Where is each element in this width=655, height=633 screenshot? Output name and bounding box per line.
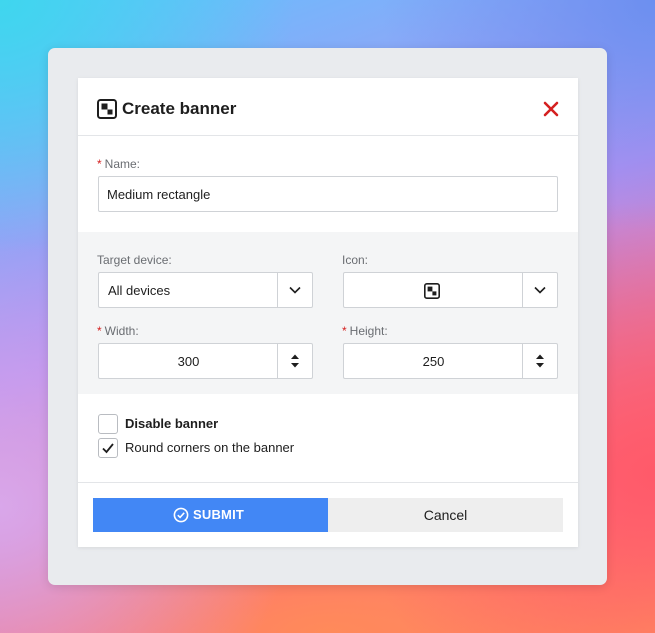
width-stepper: [98, 343, 313, 379]
name-input[interactable]: [98, 176, 558, 212]
required-marker: *: [97, 157, 102, 171]
disable-banner-checkbox[interactable]: [98, 414, 118, 434]
stepper-divider: [277, 344, 278, 378]
cancel-button[interactable]: Cancel: [328, 498, 563, 532]
banner-icon: [424, 283, 440, 299]
create-banner-dialog: Create banner *Name: Target device: All …: [78, 78, 578, 547]
chevron-down-icon: [289, 286, 301, 294]
select-divider: [522, 273, 523, 307]
dialog-title: Create banner: [122, 99, 237, 118]
icon-label: Icon:: [342, 253, 369, 267]
check-circle-icon: [173, 507, 189, 523]
close-icon[interactable]: [542, 100, 560, 118]
banner-icon: [97, 99, 117, 119]
round-corners-checkbox[interactable]: [98, 438, 118, 458]
spinner-arrows-icon[interactable]: [288, 351, 302, 371]
banner-settings-section: Target device: All devices Icon: * Width:: [78, 232, 578, 394]
height-label: * Height:: [342, 324, 388, 338]
height-stepper: [343, 343, 558, 379]
width-input[interactable]: [99, 344, 278, 378]
required-marker: *: [97, 324, 102, 338]
spinner-arrows-icon[interactable]: [533, 351, 547, 371]
target-device-select[interactable]: All devices: [98, 272, 313, 308]
submit-button[interactable]: SUBMIT: [93, 498, 328, 532]
width-label: * Width:: [97, 324, 139, 338]
required-marker: *: [342, 324, 347, 338]
height-input[interactable]: [344, 344, 523, 378]
icon-select[interactable]: [343, 272, 558, 308]
name-label: * Name:: [97, 157, 141, 171]
disable-banner-label: Disable banner: [125, 416, 219, 431]
submit-label: SUBMIT: [193, 507, 245, 522]
chevron-down-icon: [534, 286, 546, 294]
stepper-divider: [522, 344, 523, 378]
checkmark-icon: [102, 443, 114, 454]
select-divider: [277, 273, 278, 307]
target-device-label: Target device:: [97, 253, 172, 267]
round-corners-label: Round corners on the banner: [125, 440, 295, 455]
target-device-value: All devices: [108, 283, 171, 298]
dialog-header: Create banner: [78, 78, 578, 136]
footer-divider: [78, 482, 578, 483]
